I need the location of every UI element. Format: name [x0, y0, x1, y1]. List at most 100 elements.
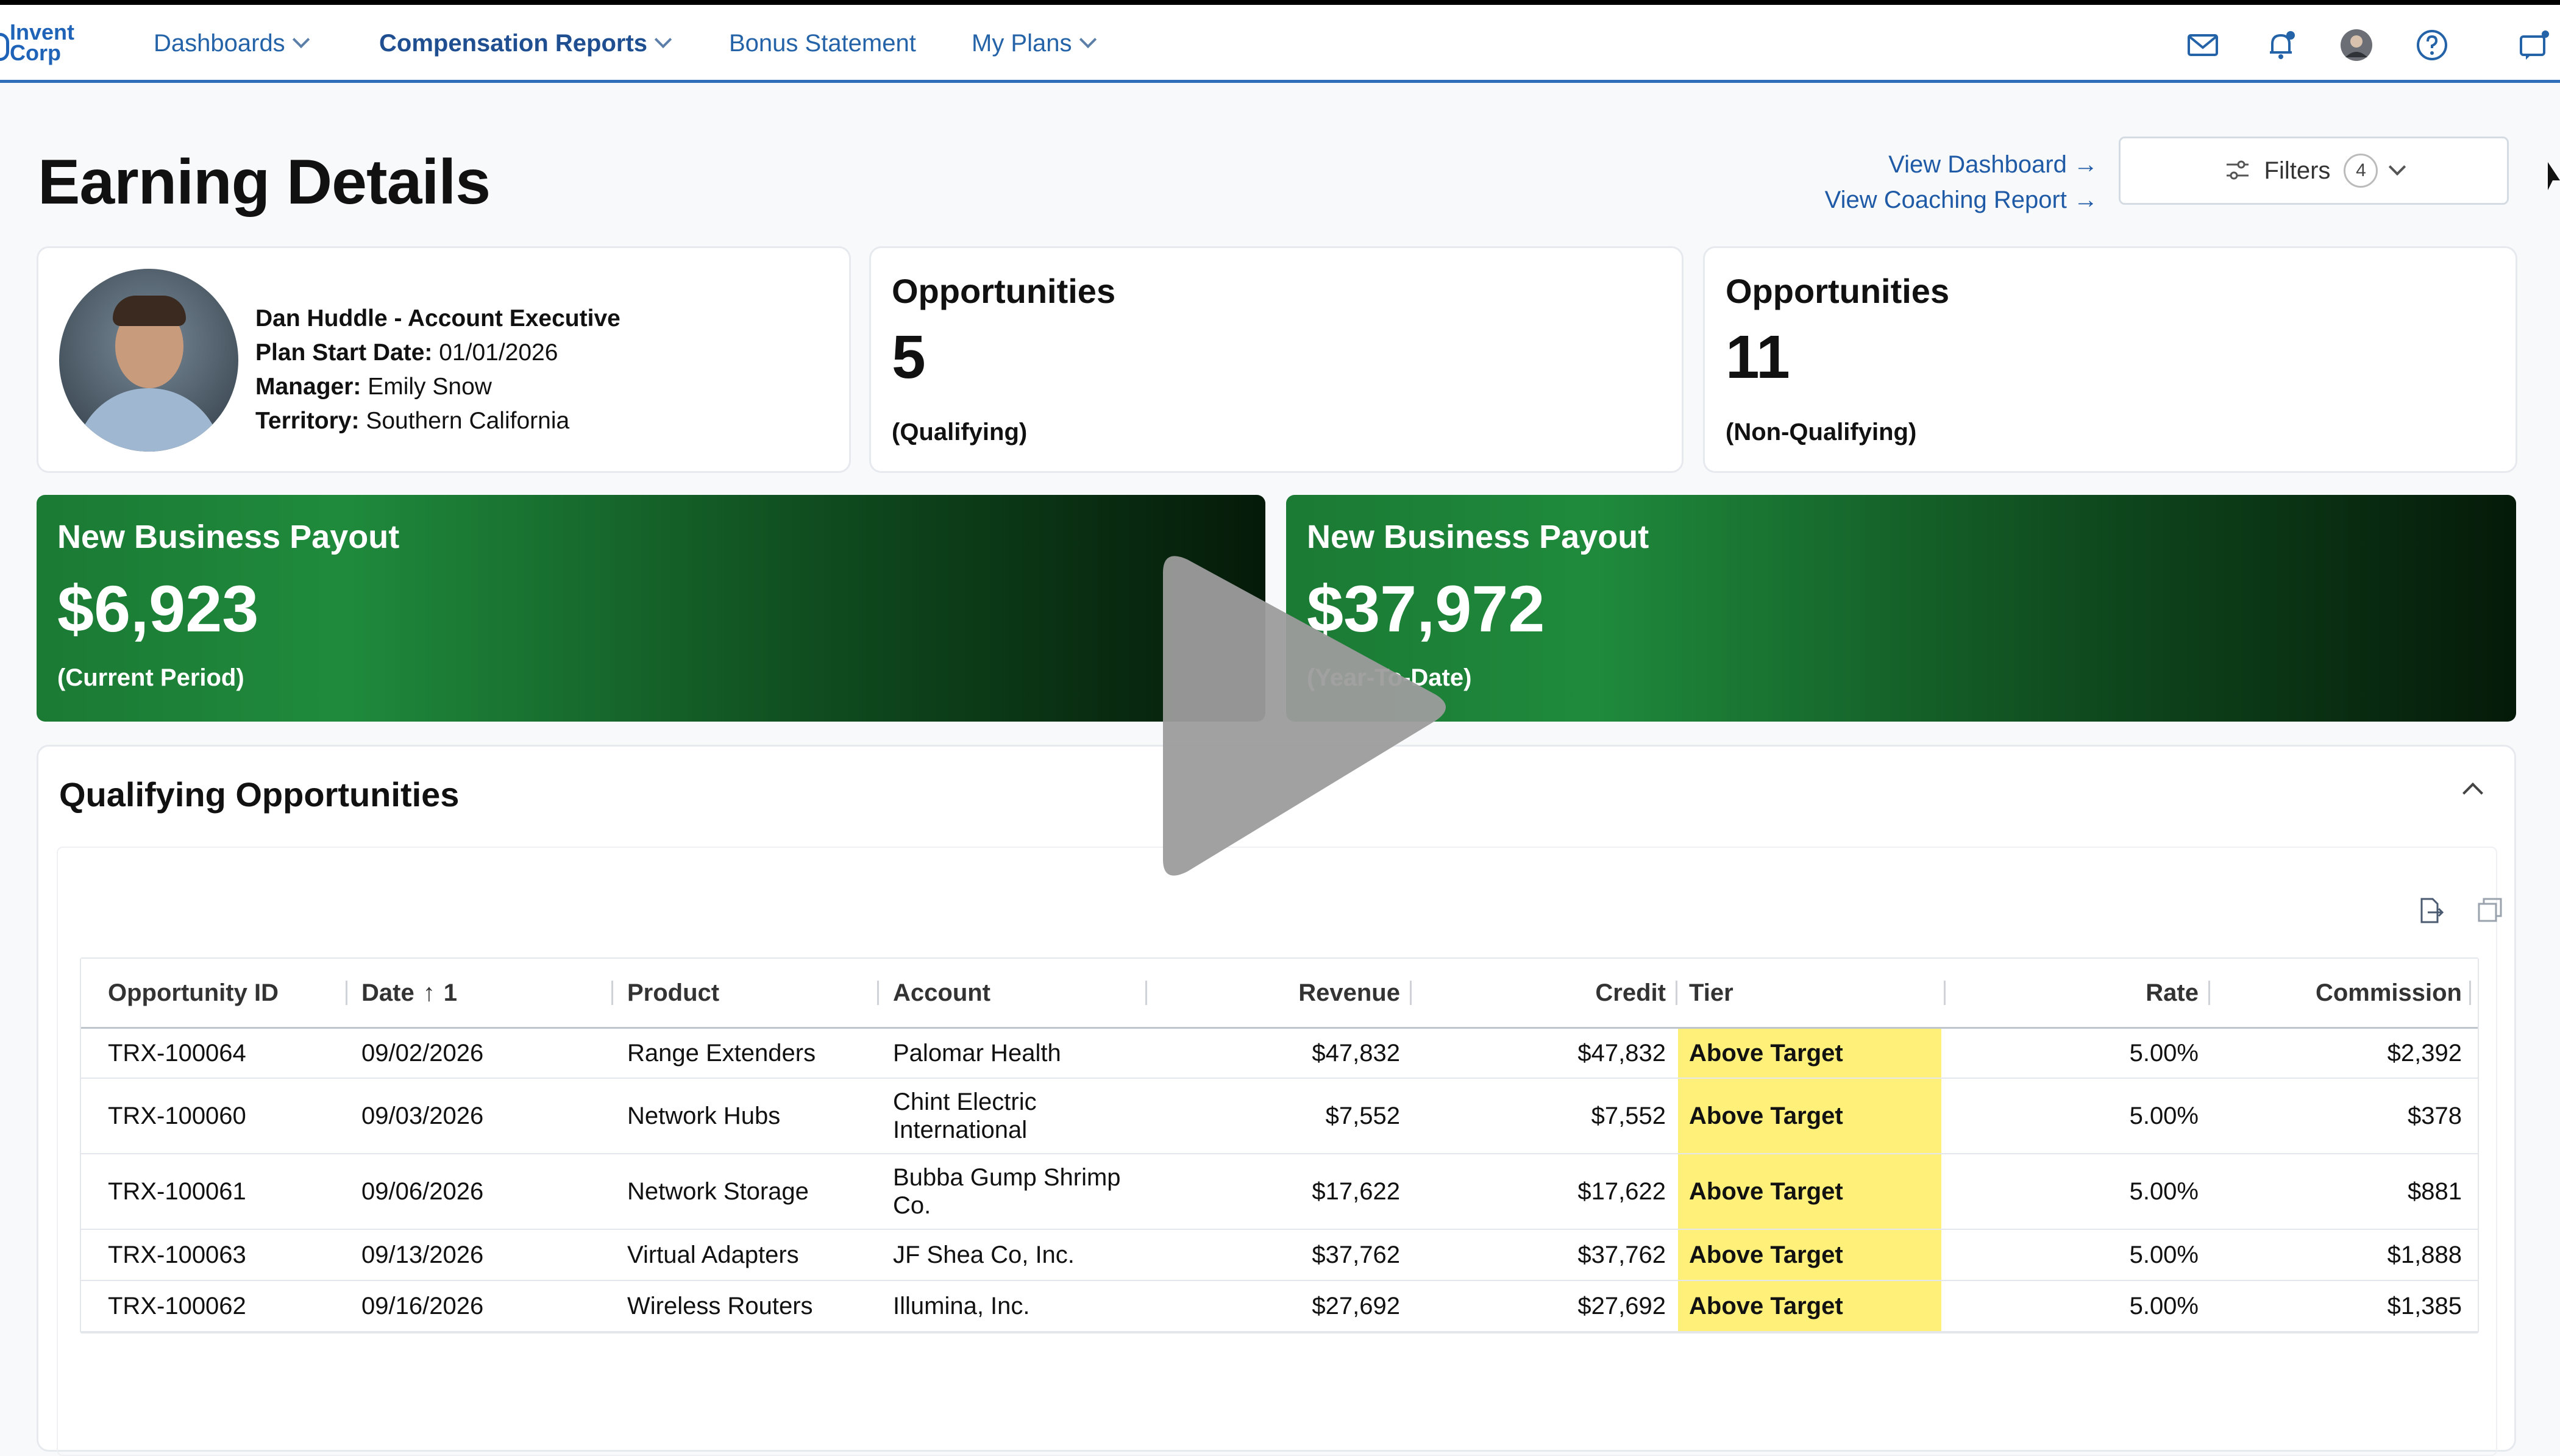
- stat-title: Opportunities: [1726, 272, 1950, 310]
- cell-commission: $1,385: [2387, 1292, 2462, 1319]
- cell-tier: Above Target: [1678, 1079, 1941, 1153]
- cell-date: 09/03/2026: [361, 1102, 484, 1129]
- cell-revenue: $37,762: [1312, 1241, 1400, 1268]
- cell-opportunity-id: TRX-100064: [108, 1039, 246, 1067]
- cell-account: Bubba Gump Shrimp Co.: [893, 1164, 1121, 1219]
- cell-account: JF Shea Co, Inc.: [893, 1241, 1075, 1268]
- logo-mark-icon: [0, 33, 9, 61]
- cell-rate: 5.00%: [2129, 1039, 2199, 1067]
- employee-name-role: Dan Huddle - Account Executive: [255, 305, 620, 332]
- qualifying-opportunities-card: Opportunities 5 (Qualifying): [869, 246, 1684, 473]
- chevron-down-icon: [1079, 30, 1097, 49]
- sort-ascending-icon: ↑: [422, 979, 435, 1006]
- employee-photo: [59, 269, 238, 452]
- cell-account: Palomar Health: [893, 1040, 1061, 1067]
- column-resize-handle[interactable]: [1410, 981, 1412, 1005]
- cell-product: Range Extenders: [627, 1039, 816, 1067]
- cell-credit: $27,692: [1577, 1292, 1666, 1319]
- play-icon[interactable]: [1139, 542, 1456, 890]
- copy-icon[interactable]: [2476, 897, 2505, 925]
- qualifying-opportunities-table: Opportunity ID Date ↑ 1 Product Account …: [80, 957, 2479, 1333]
- cell-date: 09/06/2026: [361, 1177, 484, 1205]
- cell-revenue: $27,692: [1312, 1292, 1400, 1319]
- nav-dashboards[interactable]: Dashboards: [154, 28, 310, 59]
- nav-dashboards-label: Dashboards: [154, 30, 285, 57]
- column-resize-handle[interactable]: [1676, 981, 1677, 1005]
- column-resize-handle[interactable]: [1944, 981, 1946, 1005]
- payout-year-to-date-card: New Business Payout $37,972 (Year-To-Dat…: [1286, 495, 2516, 722]
- user-avatar-icon[interactable]: [2339, 28, 2373, 62]
- nav-my-plans-label: My Plans: [972, 30, 1072, 57]
- cell-date: 09/02/2026: [361, 1039, 484, 1067]
- filters-button[interactable]: Filters 4: [2119, 137, 2509, 205]
- nav-my-plans[interactable]: My Plans: [972, 28, 1097, 59]
- top-navigation: Invent Corp Dashboards Compensation Repo…: [0, 5, 2560, 83]
- cell-credit: $17,622: [1577, 1177, 1666, 1205]
- column-header-product[interactable]: Product: [627, 959, 719, 1027]
- table-row[interactable]: TRX-100060 09/03/2026 Network Hubs Chint…: [81, 1079, 2478, 1154]
- cell-tier: Above Target: [1678, 1154, 1941, 1229]
- chevron-down-icon: [292, 30, 310, 49]
- view-dashboard-link[interactable]: View Dashboard →: [1888, 151, 2098, 179]
- chat-icon[interactable]: [2517, 28, 2551, 62]
- cell-credit: $47,832: [1577, 1039, 1666, 1067]
- bell-icon[interactable]: [2264, 28, 2298, 62]
- cell-commission: $2,392: [2387, 1039, 2462, 1067]
- column-header-credit[interactable]: Credit: [1420, 959, 1666, 1027]
- cell-tier: Above Target: [1678, 1281, 1941, 1331]
- column-resize-handle[interactable]: [346, 981, 347, 1005]
- cell-revenue: $17,622: [1312, 1177, 1400, 1205]
- table-row[interactable]: TRX-100061 09/06/2026 Network Storage Bu…: [81, 1154, 2478, 1230]
- payout-title: New Business Payout: [57, 519, 400, 555]
- column-resize-handle[interactable]: [611, 981, 613, 1005]
- nav-bonus-statement[interactable]: Bonus Statement: [729, 28, 916, 59]
- table-panel: Opportunity ID Date ↑ 1 Product Account …: [57, 847, 2502, 1456]
- mail-icon[interactable]: [2186, 28, 2220, 62]
- export-icon[interactable]: [2416, 897, 2444, 925]
- stat-value: 11: [1726, 323, 1790, 391]
- table-row[interactable]: TRX-100064 09/02/2026 Range Extenders Pa…: [81, 1029, 2478, 1079]
- column-resize-handle[interactable]: [2208, 981, 2210, 1005]
- cell-opportunity-id: TRX-100061: [108, 1177, 246, 1205]
- cell-product: Virtual Adapters: [627, 1241, 799, 1268]
- column-header-commission[interactable]: Commission: [2218, 959, 2462, 1027]
- column-header-rate[interactable]: Rate: [1952, 959, 2199, 1027]
- cell-revenue: $47,832: [1312, 1039, 1400, 1067]
- sort-order-index: 1: [443, 979, 457, 1006]
- cell-credit: $7,552: [1591, 1102, 1666, 1129]
- cell-opportunity-id: TRX-100062: [108, 1292, 246, 1319]
- cell-commission: $1,888: [2387, 1241, 2462, 1268]
- column-header-revenue[interactable]: Revenue: [1154, 959, 1400, 1027]
- column-header-date[interactable]: Date ↑ 1: [361, 959, 457, 1027]
- column-header-account[interactable]: Account: [893, 959, 990, 1027]
- payout-value: $6,923: [57, 572, 259, 645]
- page-title: Earning Details: [38, 147, 491, 218]
- cell-product: Network Storage: [627, 1177, 809, 1205]
- cell-tier: Above Target: [1678, 1029, 1941, 1078]
- column-resize-handle[interactable]: [1145, 981, 1147, 1005]
- column-resize-handle[interactable]: [877, 981, 879, 1005]
- table-row[interactable]: TRX-100062 09/16/2026 Wireless Routers I…: [81, 1281, 2478, 1332]
- mouse-cursor-icon: [2548, 162, 2560, 190]
- column-header-opportunity-id[interactable]: Opportunity ID: [108, 959, 279, 1027]
- cell-rate: 5.00%: [2129, 1177, 2199, 1205]
- chevron-down-icon: [2389, 158, 2406, 176]
- chevron-up-icon[interactable]: [2462, 783, 2483, 803]
- view-coaching-report-link[interactable]: View Coaching Report →: [1825, 186, 2098, 214]
- column-resize-handle[interactable]: [2469, 981, 2471, 1005]
- territory-info: Territory: Southern California: [255, 408, 570, 434]
- nav-bonus-statement-label: Bonus Statement: [729, 30, 916, 57]
- column-header-tier[interactable]: Tier: [1689, 959, 1733, 1027]
- cell-rate: 5.00%: [2129, 1102, 2199, 1129]
- cell-rate: 5.00%: [2129, 1292, 2199, 1319]
- cell-account: Chint Electric International: [893, 1088, 1037, 1143]
- table-row[interactable]: TRX-100063 09/13/2026 Virtual Adapters J…: [81, 1230, 2478, 1281]
- nav-compensation-reports[interactable]: Compensation Reports: [379, 28, 672, 59]
- invent-corp-logo[interactable]: Invent Corp: [0, 20, 85, 68]
- cell-account: Illumina, Inc.: [893, 1293, 1030, 1319]
- help-icon[interactable]: [2415, 28, 2449, 62]
- table-header-row: Opportunity ID Date ↑ 1 Product Account …: [81, 959, 2478, 1029]
- sliders-icon: [2226, 160, 2249, 180]
- payout-current-period-card: New Business Payout $6,923 (Current Peri…: [37, 495, 1265, 722]
- logo-text-line1: Invent: [10, 20, 75, 44]
